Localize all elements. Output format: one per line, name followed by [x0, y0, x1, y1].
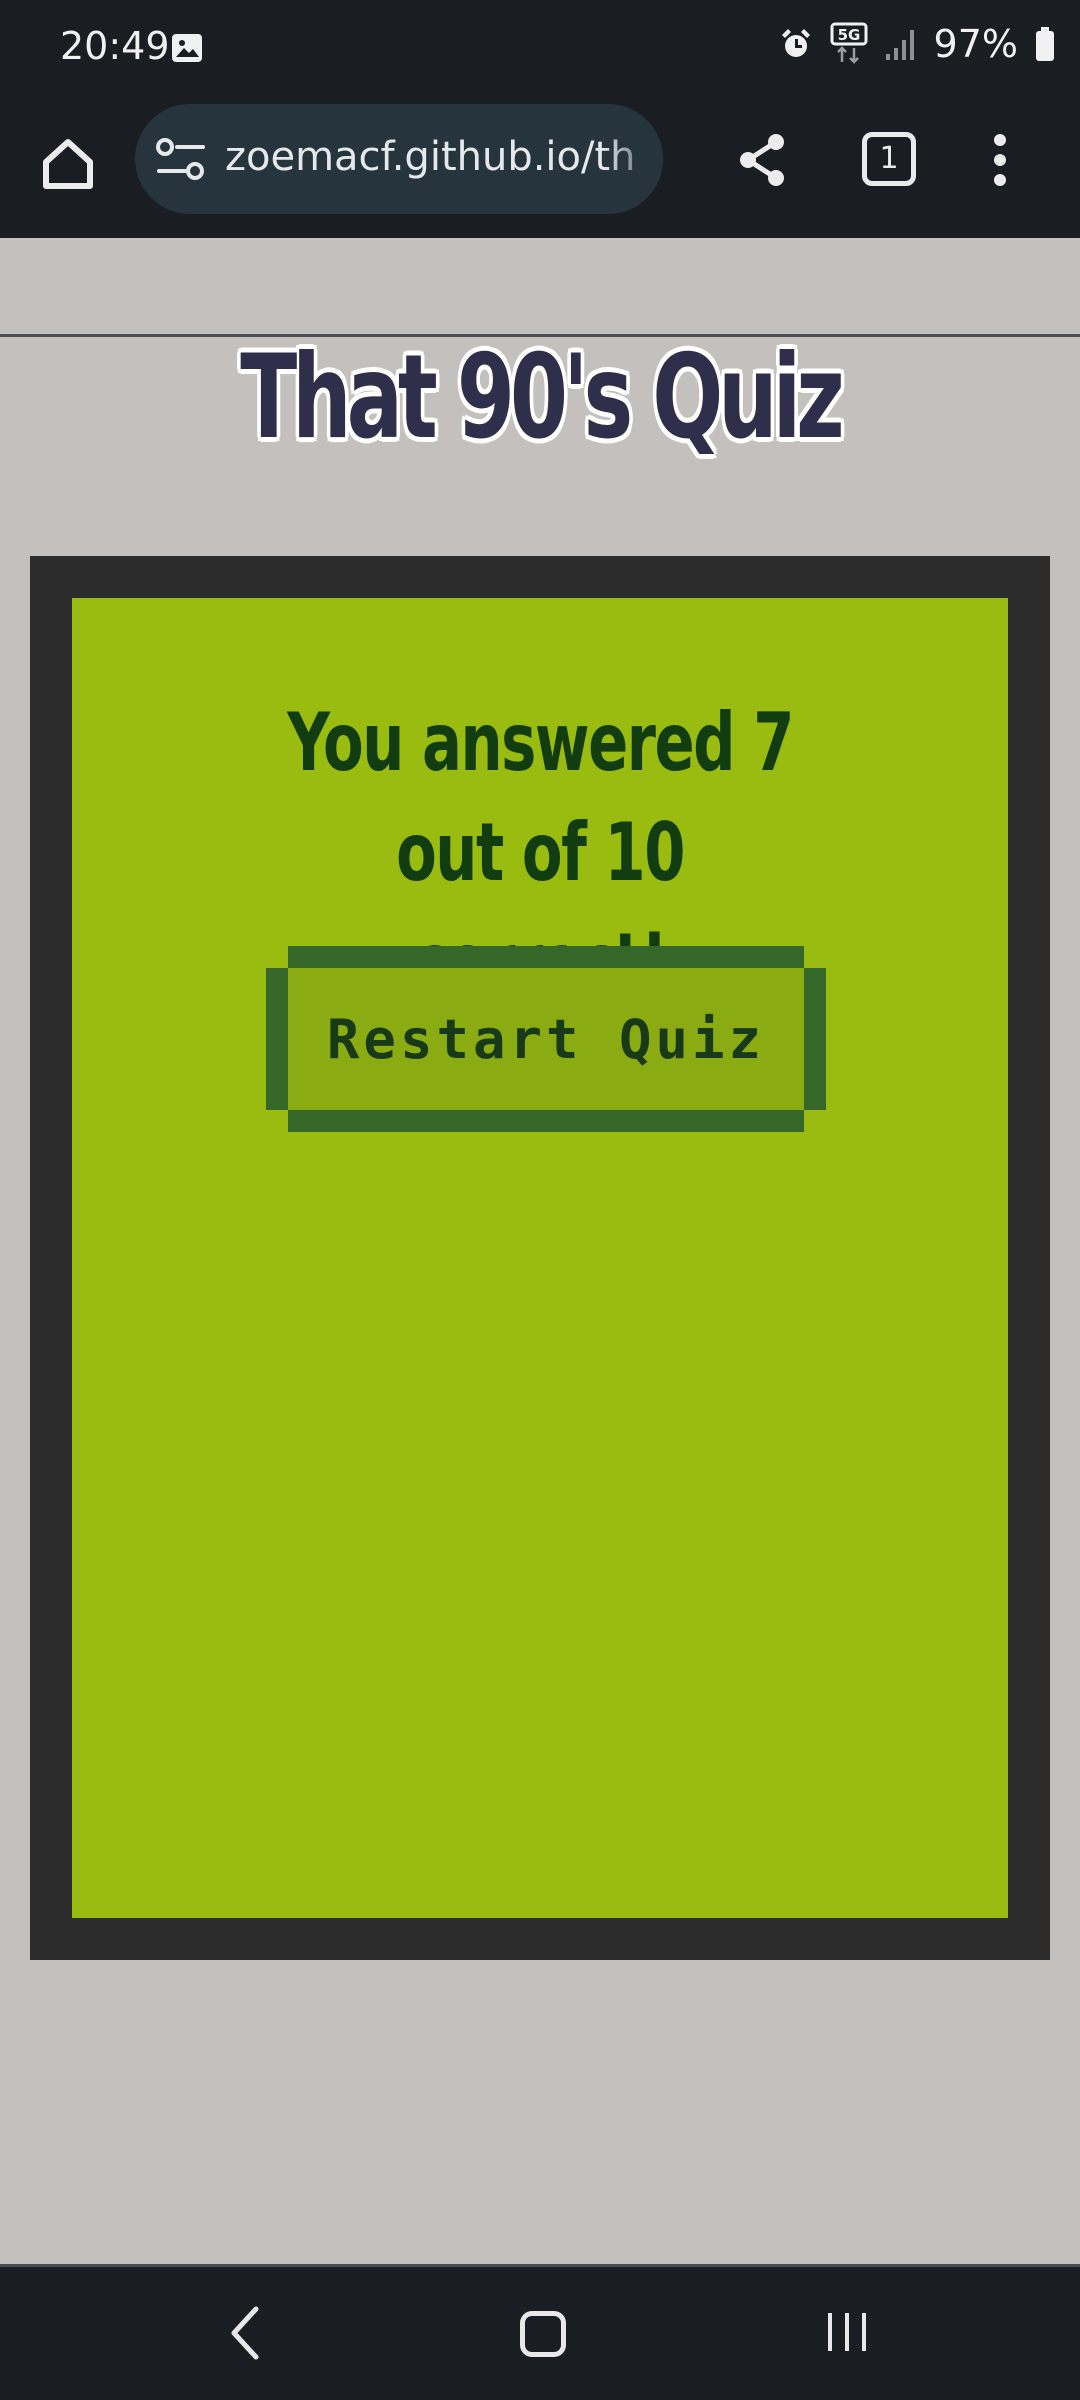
browser-toolbar: zoemacf.github.io/th 1: [0, 98, 1080, 337]
result-line-1: You answered 7 out of 10: [287, 696, 794, 899]
site-settings-icon[interactable]: [153, 135, 209, 183]
url-text: zoemacf.github.io/th: [225, 134, 636, 180]
battery-icon: [1036, 27, 1054, 61]
more-vert-icon[interactable]: [980, 128, 1020, 192]
back-icon[interactable]: [222, 2303, 266, 2363]
url-fade: [603, 104, 663, 214]
tabs-button[interactable]: 1: [862, 132, 916, 186]
5g-icon: 5G: [830, 22, 868, 64]
battery-percent: 97%: [933, 22, 1018, 66]
restart-quiz-label: Restart Quiz: [326, 1007, 766, 1071]
network-label: 5G: [837, 26, 860, 44]
recents-icon[interactable]: [822, 2307, 872, 2357]
gallery-icon: [172, 34, 202, 62]
alarm-icon: [781, 29, 810, 57]
quiz-screen: You answered 7 out of 10 correct! Restar…: [72, 598, 1008, 1918]
home-icon: [43, 139, 93, 189]
home-button[interactable]: [30, 126, 106, 202]
restart-quiz-button[interactable]: Restart Quiz: [266, 946, 826, 1132]
status-icons: 5G 97%: [778, 22, 1056, 66]
status-bar: 20:49 5G 97%: [0, 0, 1080, 98]
share-icon[interactable]: [730, 128, 794, 192]
signal-icon: [885, 30, 914, 60]
home-nav-icon[interactable]: [520, 2311, 566, 2357]
quiz-frame: You answered 7 out of 10 correct! Restar…: [30, 556, 1050, 1960]
system-nav-bar: [0, 2264, 1080, 2400]
address-bar[interactable]: zoemacf.github.io/th: [135, 104, 663, 214]
page-title: That 90's Quiz: [240, 330, 845, 465]
status-time: 20:49: [60, 24, 170, 68]
